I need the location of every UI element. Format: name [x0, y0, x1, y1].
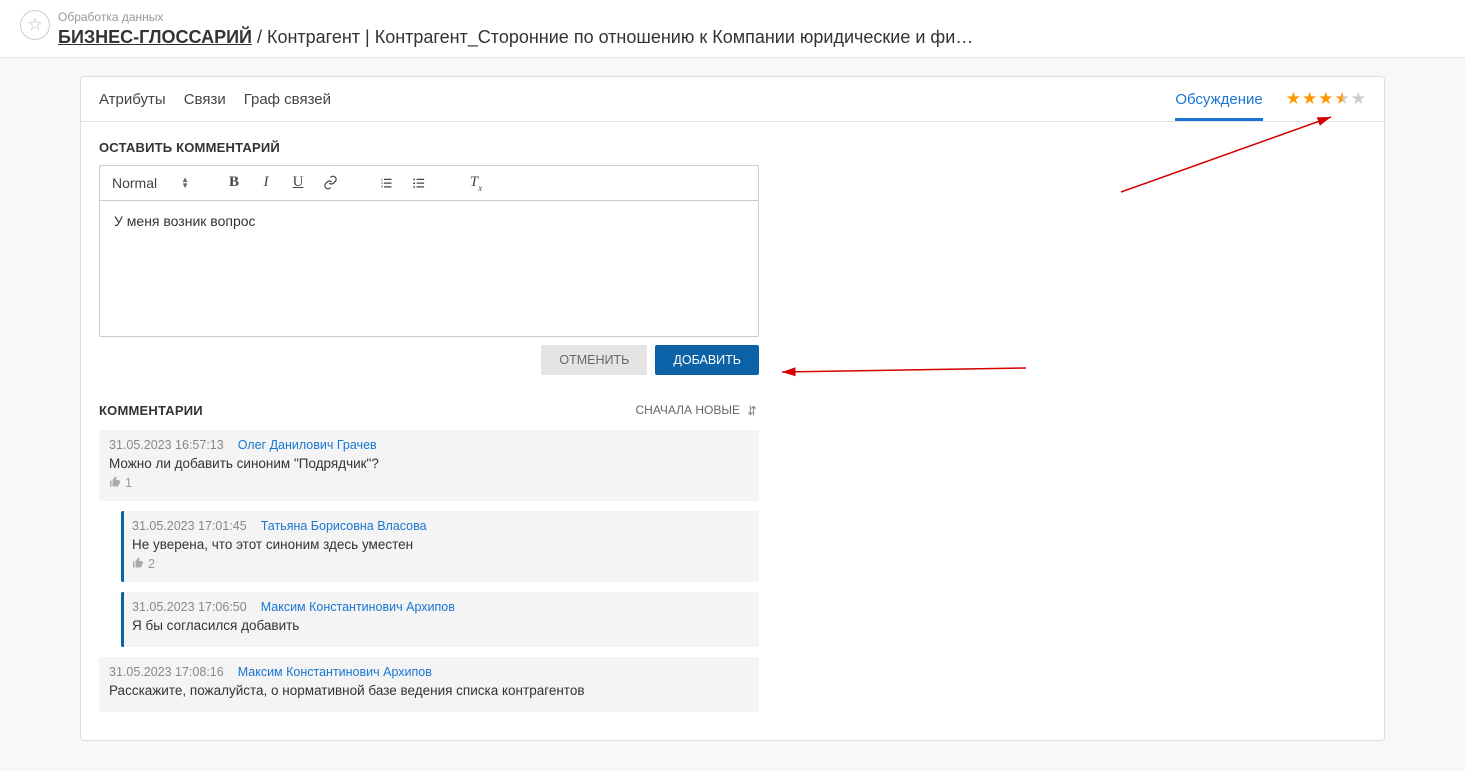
sort-icon	[746, 404, 759, 417]
breadcrumb-root-link[interactable]: БИЗНЕС-ГЛОССАРИЙ	[58, 27, 252, 47]
star-empty-icon: ★	[1351, 89, 1366, 109]
ordered-list-icon	[379, 175, 394, 190]
comment-author-link[interactable]: Максим Константинович Архипов	[261, 600, 455, 614]
underline-button[interactable]: U	[287, 172, 309, 194]
star-icon: ★	[1286, 89, 1301, 109]
rating-stars[interactable]: ★ ★ ★ ★ ★	[1286, 89, 1366, 109]
comment-editor: Normal ▲▼ B I U Tx	[99, 165, 759, 337]
tab-discussion[interactable]: Обсуждение	[1175, 77, 1262, 121]
comment-body: Расскажите, пожалуйста, о нормативной ба…	[109, 683, 749, 698]
link-button[interactable]	[319, 172, 341, 194]
comment-author-link[interactable]: Олег Данилович Грачев	[238, 438, 377, 452]
thumbs-up-icon	[109, 476, 121, 491]
tab-attributes[interactable]: Атрибуты	[99, 77, 166, 120]
comment-body: Я бы согласился добавить	[132, 618, 749, 633]
comment-author-link[interactable]: Максим Константинович Архипов	[238, 665, 432, 679]
tab-graph[interactable]: Граф связей	[244, 77, 331, 120]
header-divider	[0, 57, 1465, 58]
editor-toolbar: Normal ▲▼ B I U Tx	[100, 166, 758, 201]
clear-format-icon: Tx	[470, 174, 478, 191]
comments-title: КОММЕНТАРИИ	[99, 403, 203, 418]
like-button[interactable]: 2	[132, 557, 155, 572]
comment-item: 31.05.2023 16:57:13 Олег Данилович Грачев…	[99, 430, 759, 501]
comment-body: Не уверена, что этот синоним здесь умест…	[132, 537, 749, 552]
compose-title: ОСТАВИТЬ КОММЕНТАРИЙ	[99, 140, 1366, 155]
page-header: ☆ Обработка данных БИЗНЕС-ГЛОССАРИЙ / Ко…	[0, 0, 1465, 57]
tabs-row: Атрибуты Связи Граф связей Обсуждение ★ …	[81, 77, 1384, 122]
comment-item: 31.05.2023 17:08:16 Максим Константинович…	[99, 657, 759, 712]
breadcrumb: БИЗНЕС-ГЛОССАРИЙ / Контрагент | Контраге…	[58, 26, 973, 49]
comments-sort[interactable]: СНАЧАЛА НОВЫЕ	[635, 403, 759, 417]
favorite-toggle[interactable]: ☆	[20, 10, 50, 40]
comment-body: Можно ли добавить синоним "Подрядчик"?	[109, 456, 749, 471]
editor-textarea[interactable]: У меня возник вопрос	[100, 201, 758, 336]
star-half-icon: ★	[1335, 89, 1350, 109]
comment-timestamp: 31.05.2023 17:08:16	[109, 665, 224, 679]
star-icon: ★	[1318, 89, 1333, 109]
comment-item: 31.05.2023 17:06:50 Максим Константинович…	[121, 592, 759, 647]
cancel-button[interactable]: ОТМЕНИТЬ	[541, 345, 647, 375]
breadcrumb-trail: / Контрагент | Контрагент_Сторонние по о…	[252, 27, 973, 47]
updown-caret-icon: ▲▼	[181, 177, 189, 189]
sort-label: СНАЧАЛА НОВЫЕ	[635, 403, 740, 417]
like-button[interactable]: 1	[109, 476, 132, 491]
bold-button[interactable]: B	[223, 172, 245, 194]
content-card: Атрибуты Связи Граф связей Обсуждение ★ …	[80, 76, 1385, 741]
comments-list: 31.05.2023 16:57:13 Олег Данилович Грачев…	[99, 430, 1366, 712]
tab-links[interactable]: Связи	[184, 77, 226, 120]
submit-button[interactable]: ДОБАВИТЬ	[655, 345, 759, 375]
format-label: Normal	[112, 175, 157, 191]
thumbs-up-icon	[132, 557, 144, 572]
unordered-list-button[interactable]	[407, 172, 429, 194]
comment-timestamp: 31.05.2023 17:01:45	[132, 519, 247, 533]
link-icon	[323, 175, 338, 190]
star-outline-icon: ☆	[27, 15, 42, 35]
comment-timestamp: 31.05.2023 16:57:13	[109, 438, 224, 452]
like-count: 1	[125, 476, 132, 490]
star-icon: ★	[1302, 89, 1317, 109]
format-select[interactable]: Normal ▲▼	[112, 175, 189, 191]
like-count: 2	[148, 557, 155, 571]
comment-author-link[interactable]: Татьяна Борисовна Власова	[261, 519, 427, 533]
unordered-list-icon	[411, 175, 426, 190]
category-label: Обработка данных	[58, 10, 973, 26]
comment-item: 31.05.2023 17:01:45 Татьяна Борисовна Вла…	[121, 511, 759, 582]
clear-format-button[interactable]: Tx	[463, 172, 485, 194]
ordered-list-button[interactable]	[375, 172, 397, 194]
italic-button[interactable]: I	[255, 172, 277, 194]
comment-timestamp: 31.05.2023 17:06:50	[132, 600, 247, 614]
